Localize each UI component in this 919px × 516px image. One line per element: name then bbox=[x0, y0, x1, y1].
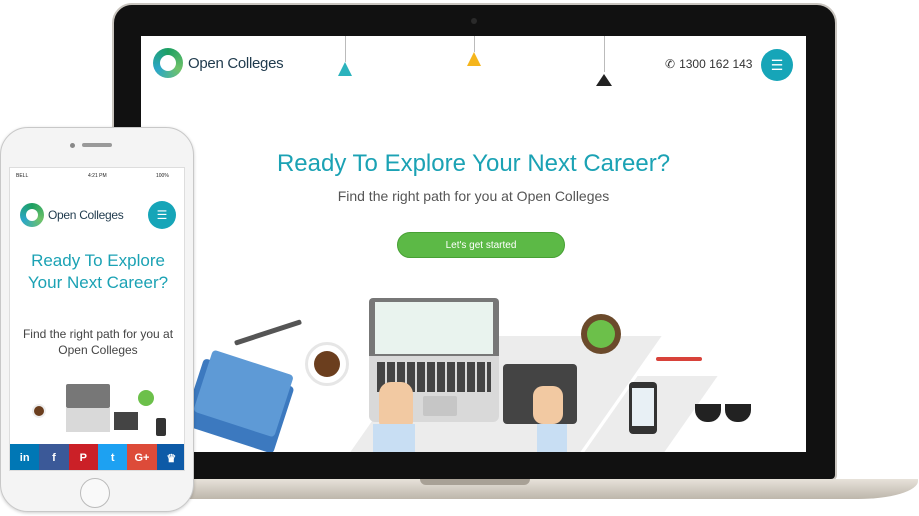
phone-screen: BELL 4:21 PM 100% Open Colleges ☰ Ready … bbox=[9, 167, 185, 471]
status-bar: BELL 4:21 PM 100% bbox=[10, 168, 184, 184]
laptop-camera bbox=[471, 18, 477, 24]
coffee-icon bbox=[314, 351, 340, 377]
pencil-icon bbox=[233, 319, 303, 346]
googleplus-share-button[interactable]: G+ bbox=[127, 444, 157, 470]
lamp-cord bbox=[604, 36, 605, 72]
plant-icon bbox=[587, 320, 615, 348]
hero-subtitle: Find the right path for you at Open Coll… bbox=[22, 327, 174, 357]
black-lamp-icon bbox=[596, 74, 612, 86]
logo-text: Open Colleges bbox=[48, 208, 124, 222]
smartphone-icon bbox=[156, 418, 166, 436]
lamp-cord bbox=[474, 36, 475, 52]
status-time: 4:21 PM bbox=[88, 173, 107, 179]
desk-laptop-screen bbox=[66, 384, 110, 408]
get-started-button[interactable]: Let's get started bbox=[397, 232, 565, 258]
facebook-icon: f bbox=[52, 452, 56, 464]
menu-button[interactable]: ☰ bbox=[148, 201, 176, 229]
header-phone[interactable]: ✆ 1300 162 143 bbox=[665, 57, 752, 71]
facebook-share-button[interactable]: f bbox=[39, 444, 69, 470]
laptop-notch bbox=[420, 479, 530, 485]
drawing-tablet-icon bbox=[114, 412, 138, 430]
menu-button[interactable]: ☰ bbox=[761, 49, 793, 81]
crown-share-button[interactable]: ♛ bbox=[156, 444, 184, 470]
home-button[interactable] bbox=[80, 478, 110, 508]
hero-subtitle: Find the right path for you at Open Coll… bbox=[337, 188, 610, 204]
glasses-icon bbox=[695, 404, 721, 422]
hamburger-icon: ☰ bbox=[770, 56, 784, 73]
phone-speaker bbox=[82, 143, 112, 147]
sleeve-icon bbox=[373, 424, 415, 452]
hero-title: Ready To Explore Your Next Career? bbox=[276, 150, 671, 177]
phone-camera bbox=[70, 143, 75, 148]
hamburger-icon: ☰ bbox=[156, 208, 168, 222]
site-logo[interactable]: Open Colleges bbox=[153, 48, 284, 78]
hand-icon bbox=[379, 382, 413, 426]
phone-number: 1300 162 143 bbox=[679, 57, 753, 71]
desk-laptop-display bbox=[375, 302, 493, 354]
googleplus-icon: G+ bbox=[134, 452, 150, 464]
phone-icon: ✆ bbox=[665, 57, 676, 71]
logo-ring-icon bbox=[153, 48, 183, 78]
linkedin-share-button[interactable]: in bbox=[10, 444, 40, 470]
twitter-icon: t bbox=[110, 452, 115, 464]
yellow-lamp-icon bbox=[467, 52, 481, 66]
crown-icon: ♛ bbox=[166, 452, 177, 465]
status-carrier: BELL bbox=[16, 173, 29, 179]
hero-title: Ready To Explore Your Next Career? bbox=[27, 251, 169, 292]
trackpad-icon bbox=[423, 396, 457, 416]
glasses-icon bbox=[725, 404, 751, 422]
desk-laptop-base bbox=[66, 408, 110, 432]
hand-icon bbox=[533, 386, 563, 424]
status-battery: 100% bbox=[156, 173, 169, 179]
linkedin-icon: in bbox=[19, 452, 30, 464]
smartphone-display bbox=[632, 388, 654, 426]
twitter-share-button[interactable]: t bbox=[97, 444, 128, 470]
coffee-cup-icon bbox=[32, 404, 46, 418]
laptop-screen: Open Colleges ✆ 1300 162 143 ☰ Ready To … bbox=[141, 36, 806, 452]
red-pencil-icon bbox=[656, 357, 702, 361]
lamp-cord bbox=[345, 36, 346, 62]
site-logo[interactable]: Open Colleges bbox=[20, 203, 124, 227]
sleeve-icon bbox=[537, 424, 567, 452]
social-share-bar: in f P t G+ ♛ bbox=[10, 444, 184, 470]
pinterest-share-button[interactable]: P bbox=[68, 444, 98, 470]
plant-icon bbox=[138, 390, 154, 406]
logo-ring-icon bbox=[20, 203, 44, 227]
pinterest-icon: P bbox=[79, 452, 87, 464]
teal-lamp-icon bbox=[338, 62, 352, 76]
logo-text: Open Colleges bbox=[188, 54, 284, 72]
